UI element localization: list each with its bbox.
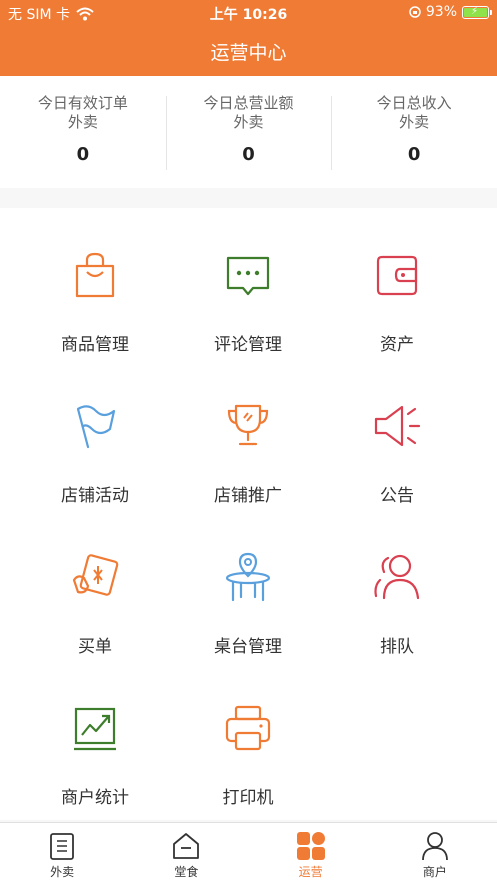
menu-item-label: 评论管理 — [214, 335, 282, 355]
menu-grid: 商品管理 评论管理 资产 店铺活动 店铺推广 公告 买单 桌台管理 排队 商户统… — [0, 208, 497, 820]
tab-operations[interactable]: 运营 — [249, 823, 373, 883]
stat-sublabel: 外卖 — [399, 113, 430, 131]
trophy-icon — [227, 404, 269, 446]
menu-item-queue[interactable]: 排队 — [314, 510, 480, 660]
tab-takeout[interactable]: 外卖 — [0, 823, 124, 883]
menu-item-store-activity[interactable]: 店铺活动 — [12, 359, 178, 509]
shopping-bag-icon — [75, 252, 115, 298]
menu-item-label: 买单 — [78, 637, 112, 657]
menu-item-label: 桌台管理 — [214, 637, 282, 657]
menu-item-assets[interactable]: 资产 — [314, 208, 480, 358]
tab-label: 商户 — [422, 865, 447, 879]
grid-icon — [296, 832, 325, 860]
status-bar: 无 SIM 卡 上午 10:26 93% ⚡ — [0, 0, 497, 26]
stat-turnover: 今日总营业额 外卖 0 — [165, 76, 332, 188]
printer-icon — [225, 705, 271, 751]
battery-percent: 93% — [425, 4, 457, 20]
stat-income: 今日总收入 外卖 0 — [331, 76, 497, 188]
menu-item-products[interactable]: 商品管理 — [12, 208, 178, 358]
stats-panel: 今日有效订单 外卖 0 今日总营业额 外卖 0 今日总收入 外卖 0 — [0, 76, 497, 188]
menu-item-comments[interactable]: 评论管理 — [165, 208, 331, 358]
megaphone-icon — [374, 405, 421, 447]
home-icon — [173, 833, 200, 859]
menu-item-table-management[interactable]: 桌台管理 — [165, 510, 331, 660]
stat-valid-orders: 今日有效订单 外卖 0 — [0, 76, 166, 188]
tab-label: 运营 — [298, 865, 323, 879]
chart-icon — [74, 707, 116, 751]
menu-item-label: 店铺活动 — [61, 486, 129, 506]
wallet-icon — [376, 255, 418, 296]
tab-bar: 外卖 堂食 运营 商户 — [0, 822, 497, 883]
menu-item-checkout[interactable]: 买单 — [12, 510, 178, 660]
stat-value: 0 — [407, 144, 421, 165]
user-icon — [421, 832, 448, 861]
stat-value: 0 — [242, 144, 255, 165]
stat-value: 0 — [76, 144, 90, 165]
menu-item-store-promotion[interactable]: 店铺推广 — [165, 359, 331, 509]
menu-item-label: 资产 — [380, 335, 414, 355]
comment-icon — [226, 256, 270, 296]
people-icon — [374, 554, 420, 600]
tab-merchant[interactable]: 商户 — [373, 823, 497, 883]
menu-item-label: 公告 — [380, 486, 414, 506]
stat-label: 今日总收入 — [376, 94, 452, 112]
menu-item-label: 排队 — [380, 637, 414, 657]
table-icon — [225, 552, 271, 602]
coupon-icon — [72, 554, 119, 596]
flag-icon — [76, 405, 116, 449]
stat-sublabel: 外卖 — [67, 113, 98, 131]
stat-sublabel: 外卖 — [233, 113, 264, 131]
page-title: 运营中心 — [210, 42, 287, 64]
battery-icon: ⚡ — [462, 5, 492, 19]
tab-label: 堂食 — [174, 865, 199, 879]
clipboard-icon — [50, 833, 75, 860]
menu-item-label: 店铺推广 — [214, 486, 282, 506]
menu-item-label: 商品管理 — [61, 335, 129, 355]
stat-label: 今日总营业额 — [203, 94, 294, 112]
menu-item-label: 商户统计 — [61, 788, 129, 808]
menu-item-announcement[interactable]: 公告 — [314, 359, 480, 509]
header: 无 SIM 卡 上午 10:26 93% ⚡ 运营中心 — [0, 0, 497, 76]
menu-item-merchant-stats[interactable]: 商户统计 — [12, 661, 178, 811]
stat-label: 今日有效订单 — [37, 94, 128, 112]
menu-item-printer[interactable]: 打印机 — [165, 661, 331, 811]
tab-label: 外卖 — [50, 865, 75, 879]
rotation-lock-icon — [409, 6, 421, 18]
tab-dine-in[interactable]: 堂食 — [124, 823, 248, 883]
menu-item-label: 打印机 — [222, 788, 274, 808]
